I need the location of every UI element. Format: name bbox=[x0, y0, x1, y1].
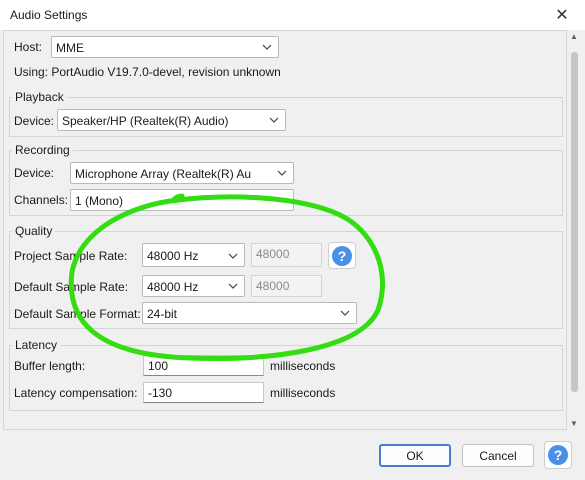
project-rate-label: Project Sample Rate: bbox=[14, 249, 128, 263]
title-bar: Audio Settings ✕ bbox=[0, 0, 585, 30]
host-select[interactable]: MME bbox=[51, 36, 279, 58]
chevron-down-icon bbox=[262, 44, 272, 50]
project-rate-custom-field: 48000 bbox=[251, 243, 322, 267]
project-rate-select[interactable]: 48000 Hz bbox=[142, 243, 245, 267]
ok-button[interactable]: OK bbox=[379, 444, 451, 467]
playback-group-title: Playback bbox=[12, 90, 67, 104]
settings-panel: Host: MME Using: PortAudio V19.7.0-devel… bbox=[3, 30, 567, 430]
project-rate-value: 48000 Hz bbox=[147, 249, 199, 263]
vertical-scrollbar[interactable]: ▲ ▼ bbox=[567, 30, 582, 430]
default-rate-select[interactable]: 48000 Hz bbox=[142, 275, 245, 297]
quality-group-title: Quality bbox=[12, 224, 56, 238]
chevron-down-icon bbox=[228, 283, 238, 289]
host-select-value: MME bbox=[56, 41, 84, 55]
recording-device-select[interactable]: Microphone Array (Realtek(R) Au bbox=[70, 162, 294, 184]
recording-device-label: Device: bbox=[14, 166, 55, 180]
playback-device-label: Device: bbox=[14, 114, 55, 128]
default-format-label: Default Sample Format: bbox=[14, 307, 141, 321]
default-rate-custom-field: 48000 bbox=[251, 275, 322, 297]
recording-channels-select[interactable]: 1 (Mono) bbox=[70, 189, 294, 211]
recording-channels-label: Channels: bbox=[14, 193, 69, 207]
help-icon: ? bbox=[332, 245, 352, 266]
chevron-down-icon bbox=[228, 253, 238, 259]
default-rate-value: 48000 Hz bbox=[147, 280, 199, 294]
default-rate-label: Default Sample Rate: bbox=[14, 280, 129, 294]
recording-device-value: Microphone Array (Realtek(R) Au bbox=[75, 167, 252, 181]
latency-group bbox=[9, 345, 563, 411]
cancel-button[interactable]: Cancel bbox=[462, 444, 534, 467]
latency-comp-value: -130 bbox=[148, 386, 173, 400]
chevron-down-icon bbox=[277, 197, 287, 203]
close-icon[interactable]: ✕ bbox=[539, 0, 585, 30]
buffer-length-unit: milliseconds bbox=[270, 359, 336, 373]
footer-help-button[interactable]: ? bbox=[544, 441, 572, 469]
recording-group-title: Recording bbox=[12, 143, 73, 157]
latency-comp-input[interactable]: -130 bbox=[143, 382, 264, 403]
playback-device-select[interactable]: Speaker/HP (Realtek(R) Audio) bbox=[57, 109, 286, 131]
host-using-text: Using: PortAudio V19.7.0-devel, revision… bbox=[14, 65, 281, 79]
chevron-down-icon bbox=[340, 310, 350, 316]
recording-channels-value: 1 (Mono) bbox=[75, 194, 124, 208]
default-format-value: 24-bit bbox=[147, 307, 178, 321]
scroll-up-icon[interactable]: ▲ bbox=[570, 32, 578, 41]
chevron-down-icon bbox=[277, 170, 287, 176]
playback-device-value: Speaker/HP (Realtek(R) Audio) bbox=[62, 114, 229, 128]
project-rate-custom-value: 48000 bbox=[256, 247, 290, 261]
buffer-length-input[interactable]: 100 bbox=[143, 355, 264, 376]
latency-comp-label: Latency compensation: bbox=[14, 386, 138, 400]
buffer-length-label: Buffer length: bbox=[14, 359, 86, 373]
latency-group-title: Latency bbox=[12, 338, 61, 352]
window-title: Audio Settings bbox=[10, 8, 88, 22]
buffer-length-value: 100 bbox=[148, 359, 169, 373]
host-label: Host: bbox=[14, 40, 43, 54]
latency-comp-unit: milliseconds bbox=[270, 386, 336, 400]
quality-help-button[interactable]: ? bbox=[328, 242, 356, 269]
default-format-select[interactable]: 24-bit bbox=[142, 302, 357, 324]
scroll-down-icon[interactable]: ▼ bbox=[570, 419, 578, 428]
chevron-down-icon bbox=[269, 117, 279, 123]
scrollbar-thumb[interactable] bbox=[571, 52, 578, 392]
help-icon: ? bbox=[548, 445, 568, 465]
default-rate-custom-value: 48000 bbox=[256, 279, 290, 293]
